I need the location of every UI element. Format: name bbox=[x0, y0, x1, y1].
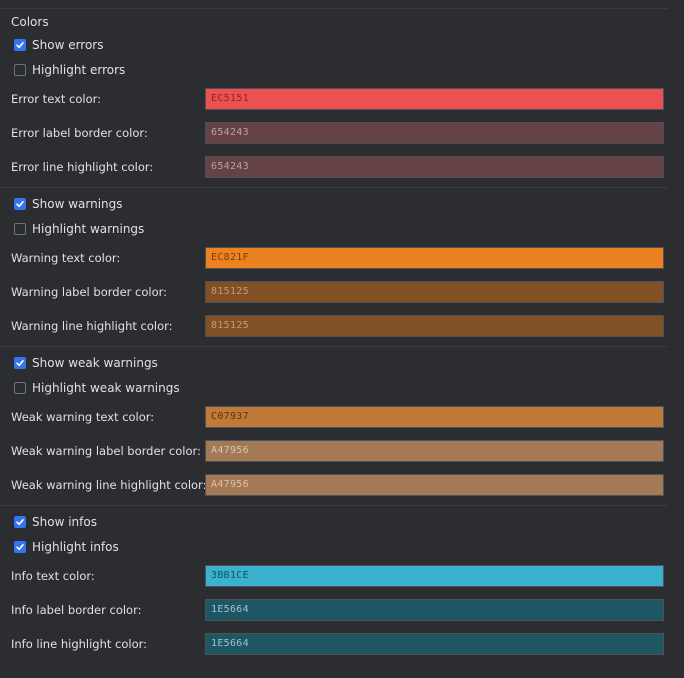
error-text-color-swatch[interactable]: EC5151 bbox=[205, 88, 664, 110]
error-line-highlight-color-label: Error line highlight color: bbox=[11, 160, 154, 174]
weak-warning-label-border-color-row: Weak warning label border color: A47956 bbox=[11, 440, 666, 464]
show-weak-warnings-checkbox[interactable]: Show weak warnings bbox=[14, 353, 158, 373]
hex-value: 1E5664 bbox=[211, 604, 249, 615]
info-line-highlight-color-row: Info line highlight color: 1E5664 bbox=[11, 633, 666, 657]
hex-value: 815125 bbox=[211, 320, 249, 331]
info-text-color-row: Info text color: 3BB1CE bbox=[11, 565, 666, 589]
hex-value: 815125 bbox=[211, 286, 249, 297]
hex-value: 654243 bbox=[211, 161, 249, 172]
highlight-errors-label: Highlight errors bbox=[32, 63, 126, 77]
weak-warning-label-border-color-label: Weak warning label border color: bbox=[11, 444, 201, 458]
error-label-border-color-row: Error label border color: 654243 bbox=[11, 122, 666, 146]
colors-settings-panel: Colors Show errors Highlight errors Erro… bbox=[0, 0, 684, 678]
info-label-border-color-row: Info label border color: 1E5664 bbox=[11, 599, 666, 623]
hex-value: 1E5664 bbox=[211, 638, 249, 649]
error-text-color-label: Error text color: bbox=[11, 92, 102, 106]
info-text-color-label: Info text color: bbox=[11, 569, 95, 583]
divider bbox=[0, 505, 668, 506]
warning-label-border-color-row: Warning label border color: 815125 bbox=[11, 281, 666, 305]
warning-line-highlight-color-swatch[interactable]: 815125 bbox=[205, 315, 664, 337]
highlight-infos-label: Highlight infos bbox=[32, 540, 119, 554]
weak-warning-text-color-swatch[interactable]: C07937 bbox=[205, 406, 664, 428]
info-line-highlight-color-label: Info line highlight color: bbox=[11, 637, 148, 651]
hex-value: 3BB1CE bbox=[211, 570, 249, 581]
info-line-highlight-color-swatch[interactable]: 1E5664 bbox=[205, 633, 664, 655]
divider bbox=[0, 187, 668, 188]
highlight-warnings-label: Highlight warnings bbox=[32, 222, 145, 236]
hex-value: EC5151 bbox=[211, 93, 249, 104]
info-label-border-color-label: Info label border color: bbox=[11, 603, 142, 617]
highlight-errors-checkbox[interactable]: Highlight errors bbox=[14, 60, 125, 80]
checkbox-unchecked-icon bbox=[14, 382, 26, 394]
show-warnings-label: Show warnings bbox=[32, 197, 123, 211]
warning-line-highlight-color-row: Warning line highlight color: 815125 bbox=[11, 315, 666, 339]
checkbox-checked-icon bbox=[14, 541, 26, 553]
show-infos-label: Show infos bbox=[32, 515, 97, 529]
error-line-highlight-color-row: Error line highlight color: 654243 bbox=[11, 156, 666, 180]
info-label-border-color-swatch[interactable]: 1E5664 bbox=[205, 599, 664, 621]
weak-warning-text-color-row: Weak warning text color: C07937 bbox=[11, 406, 666, 430]
highlight-warnings-checkbox[interactable]: Highlight warnings bbox=[14, 219, 144, 239]
warning-line-highlight-color-label: Warning line highlight color: bbox=[11, 319, 173, 333]
highlight-weak-warnings-checkbox[interactable]: Highlight weak warnings bbox=[14, 378, 180, 398]
weak-warning-line-highlight-color-row: Weak warning line highlight color: A4795… bbox=[11, 474, 666, 498]
checkbox-unchecked-icon bbox=[14, 223, 26, 235]
error-label-border-color-label: Error label border color: bbox=[11, 126, 148, 140]
hex-value: EC821F bbox=[211, 252, 249, 263]
show-weak-warnings-label: Show weak warnings bbox=[32, 356, 158, 370]
error-label-border-color-swatch[interactable]: 654243 bbox=[205, 122, 664, 144]
hex-value: A47956 bbox=[211, 479, 249, 490]
error-text-color-row: Error text color: EC5151 bbox=[11, 88, 666, 112]
show-warnings-checkbox[interactable]: Show warnings bbox=[14, 194, 123, 214]
checkbox-checked-icon bbox=[14, 357, 26, 369]
hex-value: 654243 bbox=[211, 127, 249, 138]
top-divider bbox=[0, 8, 668, 9]
show-errors-checkbox[interactable]: Show errors bbox=[14, 35, 104, 55]
warning-label-border-color-swatch[interactable]: 815125 bbox=[205, 281, 664, 303]
weak-warning-line-highlight-color-label: Weak warning line highlight color: bbox=[11, 478, 207, 492]
highlight-infos-checkbox[interactable]: Highlight infos bbox=[14, 537, 119, 557]
highlight-weak-warnings-label: Highlight weak warnings bbox=[32, 381, 180, 395]
weak-warning-label-border-color-swatch[interactable]: A47956 bbox=[205, 440, 664, 462]
hex-value: C07937 bbox=[211, 411, 249, 422]
divider bbox=[0, 346, 668, 347]
warning-text-color-row: Warning text color: EC821F bbox=[11, 247, 666, 271]
weak-warning-text-color-label: Weak warning text color: bbox=[11, 410, 155, 424]
error-line-highlight-color-swatch[interactable]: 654243 bbox=[205, 156, 664, 178]
hex-value: A47956 bbox=[211, 445, 249, 456]
checkbox-checked-icon bbox=[14, 516, 26, 528]
weak-warning-line-highlight-color-swatch[interactable]: A47956 bbox=[205, 474, 664, 496]
show-errors-label: Show errors bbox=[32, 38, 104, 52]
warning-label-border-color-label: Warning label border color: bbox=[11, 285, 168, 299]
checkbox-checked-icon bbox=[14, 39, 26, 51]
checkbox-unchecked-icon bbox=[14, 64, 26, 76]
show-infos-checkbox[interactable]: Show infos bbox=[14, 512, 97, 532]
info-text-color-swatch[interactable]: 3BB1CE bbox=[205, 565, 664, 587]
section-title: Colors bbox=[11, 15, 49, 29]
checkbox-checked-icon bbox=[14, 198, 26, 210]
warning-text-color-label: Warning text color: bbox=[11, 251, 121, 265]
warning-text-color-swatch[interactable]: EC821F bbox=[205, 247, 664, 269]
